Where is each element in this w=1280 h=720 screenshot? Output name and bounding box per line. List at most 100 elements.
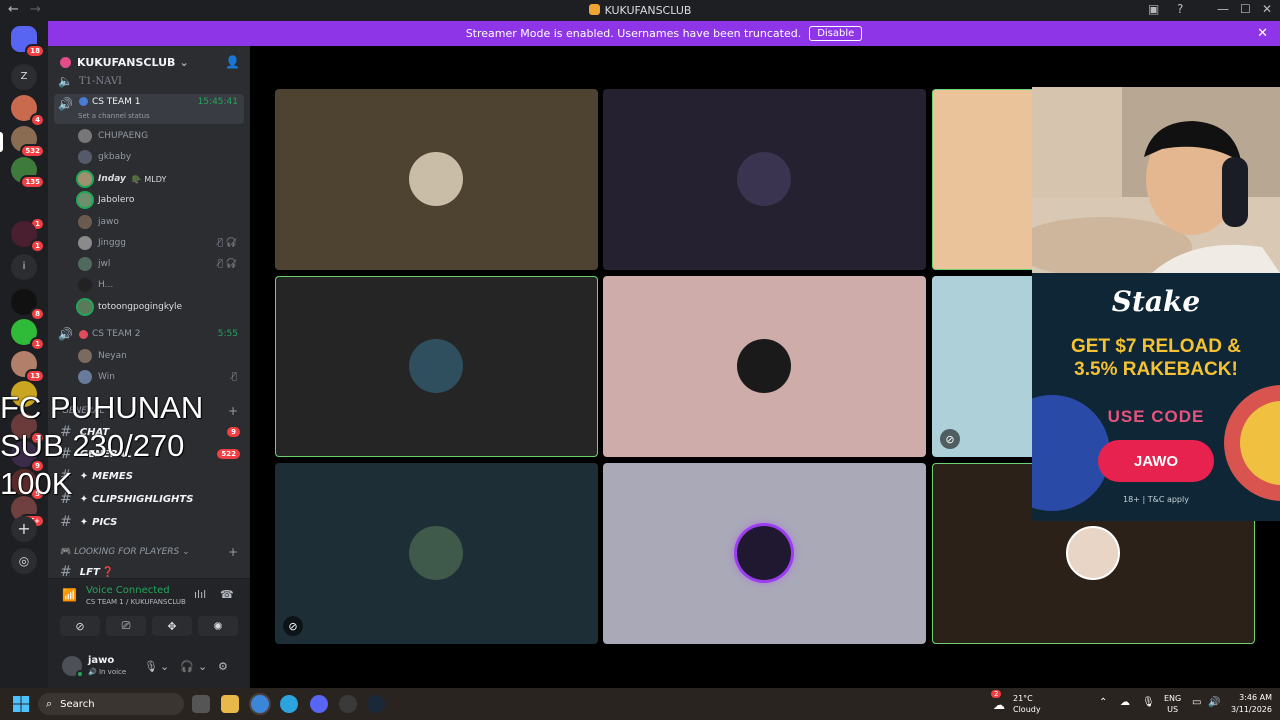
network-icon[interactable]: ▭	[1192, 697, 1201, 708]
channel-emoji-icon	[78, 329, 88, 339]
close-window-icon[interactable]: ✕	[1262, 2, 1272, 16]
add-channel-icon[interactable]: +	[228, 545, 238, 559]
user-status: 🔊 In voice	[88, 668, 127, 676]
notification-badge: 135	[20, 175, 45, 189]
chevron-down-icon[interactable]: ⌄	[198, 660, 207, 673]
participant-tile[interactable]	[275, 89, 598, 270]
voice-channel-cs-team-1[interactable]: 🔊 CS TEAM 1 15:45:41 Set a channel statu…	[54, 94, 244, 124]
stream-overlay-line3: 100K	[0, 466, 73, 501]
user-panel: jawo 🔊 In voice 🎙 ⌄ 🎧 ⌄ ⚙	[48, 652, 250, 688]
avatar	[78, 150, 92, 164]
discord-icon[interactable]	[310, 695, 328, 713]
notification-badge: 4	[30, 113, 45, 127]
title-bar: ← → KUKUFANSCLUB ▣ ? — ☐ ✕	[0, 0, 1280, 21]
noise-suppression-icon[interactable]: ılıl	[194, 588, 206, 601]
maximize-icon[interactable]: ☐	[1240, 2, 1251, 16]
add-server-icon[interactable]: +	[11, 516, 37, 542]
clock[interactable]: 3:46 AM 3/11/2026	[1228, 692, 1272, 716]
promo-code-button: JAWO	[1098, 440, 1214, 482]
voice-member[interactable]: jwl 🎙̸ 🎧̸	[78, 254, 243, 274]
participant-tile[interactable]	[603, 89, 926, 270]
voice-member[interactable]: H...	[78, 275, 243, 295]
voice-status[interactable]: Voice Connected	[86, 585, 170, 596]
tray-mic-icon[interactable]: 🎙	[1142, 697, 1155, 708]
question-icon: ❓	[101, 566, 115, 578]
server-icon[interactable]: 4	[11, 95, 45, 127]
discover-icon[interactable]: ◎	[11, 548, 37, 574]
notification-badge: 1	[30, 337, 45, 351]
participant-tile[interactable]	[603, 276, 926, 457]
controller-icon: 🎮	[60, 547, 72, 557]
disconnect-icon[interactable]: ☎	[220, 588, 234, 601]
avatar[interactable]	[62, 656, 84, 678]
headphones-icon[interactable]: 🎧	[180, 660, 194, 673]
soundboard-button[interactable]: ✺	[198, 616, 238, 636]
language-indicator[interactable]: ENG US	[1164, 693, 1181, 715]
participant-tile[interactable]	[275, 276, 598, 457]
screen-share-button[interactable]: ⎚	[106, 616, 146, 636]
voice-channel-cs-team-2[interactable]: 🔊 CS TEAM 2 5:55	[48, 324, 250, 344]
voice-member[interactable]: CHUPAENG	[78, 126, 243, 146]
guild-icon	[60, 56, 71, 68]
voice-member[interactable]: Neyan	[78, 346, 243, 366]
server-z[interactable]: Z	[11, 64, 37, 90]
server-icon[interactable]: 1	[11, 221, 45, 253]
voice-member[interactable]: Win 🎙̸	[78, 367, 243, 387]
voice-member[interactable]: gkbaby	[78, 147, 243, 167]
voice-location[interactable]: CS TEAM 1 / KUKUFANSCLUB	[86, 598, 186, 606]
server-icon[interactable]: 13	[11, 351, 45, 383]
channel-status-hint[interactable]: Set a channel status	[78, 112, 150, 120]
file-explorer-icon[interactable]	[221, 695, 239, 713]
participant-tile[interactable]: ⊘	[275, 463, 598, 644]
taskbar-search[interactable]: ⌕ Search	[38, 693, 184, 715]
minimize-icon[interactable]: —	[1217, 2, 1229, 16]
windows-start-icon[interactable]	[13, 696, 29, 712]
voice-member[interactable]: totoongpogingkyle	[78, 297, 243, 317]
muted-deafened-icon: 🎙̸ 🎧̸	[217, 238, 237, 248]
add-user-icon[interactable]: 👤	[225, 55, 240, 69]
voice-member[interactable]: jawo	[78, 212, 243, 232]
tray-app-icon[interactable]: ☁	[1120, 697, 1130, 708]
avatar	[409, 339, 463, 393]
voice-member[interactable]: Inday 🪖 MLDY	[78, 169, 243, 189]
username[interactable]: jawo	[88, 655, 114, 666]
participant-tile[interactable]	[603, 463, 926, 644]
task-view-icon[interactable]	[192, 695, 210, 713]
server-icon[interactable]: 1	[11, 319, 45, 351]
voice-member[interactable]: Jabolero	[78, 190, 243, 210]
windows-taskbar: ⌕ Search 2 ☁ 21°C Cloudy ⌃ ☁ 🎙 ENG US ▭ 🔊 …	[0, 688, 1280, 720]
volume-icon[interactable]: 🔊	[1208, 697, 1220, 708]
avatar	[78, 278, 92, 292]
microphone-icon[interactable]: 🎙	[144, 660, 158, 673]
server-icon[interactable]: 8	[11, 289, 45, 321]
obs-icon[interactable]	[339, 695, 357, 713]
disable-button[interactable]: Disable	[809, 26, 863, 41]
voice-channel[interactable]: 🔈 T1-NAVI	[48, 71, 250, 91]
telegram-icon[interactable]	[280, 695, 298, 713]
settings-gear-icon[interactable]: ⚙	[218, 660, 228, 673]
voice-member[interactable]: Jinggg 🎙̸ 🎧̸	[78, 233, 243, 253]
discord-home-icon[interactable]: 18	[11, 26, 45, 58]
camera-button[interactable]: ⊘	[60, 616, 100, 636]
avatar	[78, 370, 92, 384]
tray-chevron-icon[interactable]: ⌃	[1099, 697, 1107, 708]
category-looking-for-players[interactable]: 🎮 LOOKING FOR PLAYERS ⌄	[60, 547, 190, 557]
server-kukufansclub[interactable]: 532	[11, 126, 45, 158]
inbox-icon[interactable]: ▣	[1148, 2, 1159, 16]
ad-headline: GET $7 RELOAD & 3.5% RAKEBACK!	[1071, 336, 1241, 380]
help-icon[interactable]: ?	[1177, 2, 1183, 16]
text-channel-pics[interactable]: # ✦ PICS	[60, 512, 117, 532]
avatar	[78, 236, 92, 250]
chrome-icon[interactable]	[251, 695, 269, 713]
voice-connection-panel: 📶 Voice Connected CS TEAM 1 / KUKUFANSCL…	[48, 578, 250, 688]
speaker-icon: 🔊	[58, 97, 73, 111]
chevron-down-icon[interactable]: ⌄	[160, 660, 169, 673]
close-icon[interactable]: ✕	[1257, 26, 1268, 41]
activities-button[interactable]: ✥	[152, 616, 192, 636]
steam-icon[interactable]	[367, 695, 385, 713]
server-icon[interactable]: 135	[11, 157, 45, 189]
notification-badge: 532	[20, 144, 45, 158]
stake-logo: Stake	[1111, 285, 1201, 318]
speaker-icon: 🔊	[58, 327, 73, 341]
server-info[interactable]: i	[11, 254, 37, 280]
